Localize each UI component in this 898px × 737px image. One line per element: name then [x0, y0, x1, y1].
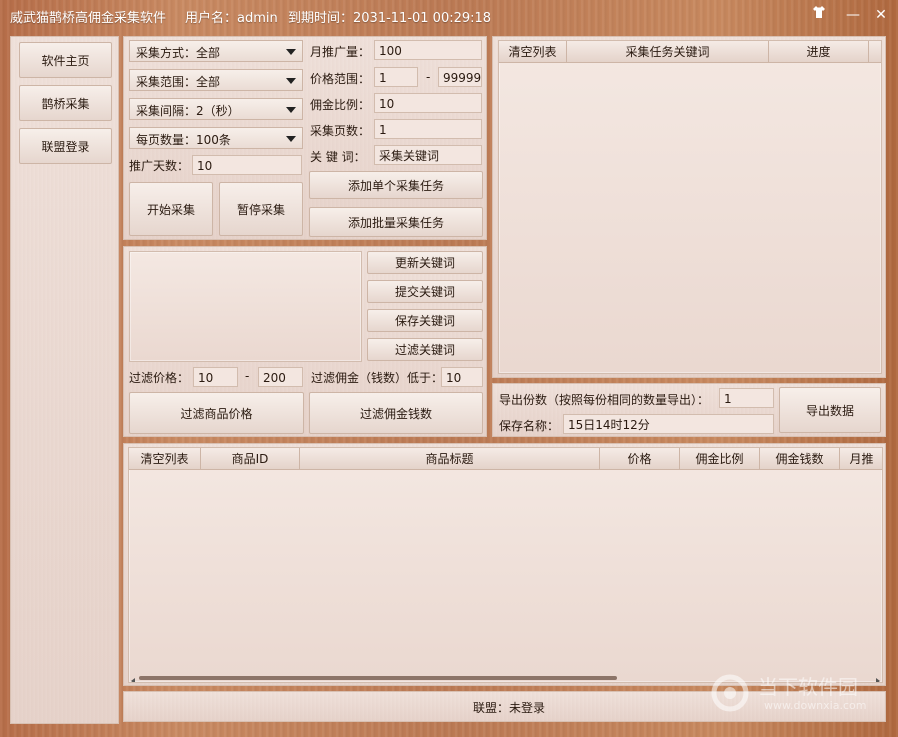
expire-time-label: 到期时间：2031-11-01 00:29:18 — [288, 11, 492, 26]
filter-keywords-button[interactable]: 过滤关键词 — [367, 338, 483, 361]
filter-price-button[interactable]: 过滤商品价格 — [129, 392, 304, 434]
save-name-input[interactable]: 15日14时12分 — [563, 414, 774, 434]
filter-commission-input[interactable]: 10 — [441, 367, 483, 387]
export-data-button[interactable]: 导出数据 — [779, 387, 881, 433]
export-panel: 导出份数（按照每份相同的数量导出）： 1 保存名称： 15日14时12分 导出数… — [492, 383, 886, 437]
task-keyword-column-header[interactable]: 采集任务关键词 — [567, 41, 769, 63]
submit-keywords-button[interactable]: 提交关键词 — [367, 280, 483, 303]
collect-interval-value: 采集间隔：2（秒） — [136, 104, 240, 118]
monthly-promo-input[interactable]: 100 — [374, 40, 482, 60]
alliance-status-text: 联盟：未登录 — [473, 701, 546, 715]
dropdown-arrow-icon — [286, 49, 296, 55]
product-list-panel: 清空列表 商品ID 商品标题 价格 佣金比例 佣金钱数 月推 — [123, 443, 886, 686]
app-title: 威武猫鹊桥高佣金采集软件 — [10, 11, 167, 26]
collect-method-select[interactable]: 采集方式：全部 — [129, 40, 303, 62]
watermark-url: www.downxia.com — [764, 699, 867, 712]
export-copies-input[interactable]: 1 — [719, 388, 774, 408]
monthly-promo-label: 月推广量： — [310, 45, 371, 59]
watermark: 当下软件园 www.downxia.com — [708, 668, 888, 718]
task-table: 清空列表 采集任务关键词 进度 — [498, 40, 882, 374]
title-bar: 威武猫鹊桥高佣金采集软件 用户名：admin 到期时间：2031-11-01 0… — [0, 0, 898, 32]
price-range-label: 价格范围： — [310, 72, 371, 86]
collect-range-value: 采集范围：全部 — [136, 75, 221, 89]
dropdown-arrow-icon — [286, 78, 296, 84]
pause-collect-button[interactable]: 暂停采集 — [219, 182, 303, 236]
product-table: 清空列表 商品ID 商品标题 价格 佣金比例 佣金钱数 月推 — [128, 447, 883, 683]
sidebar-item-alliance-login[interactable]: 联盟登录 — [19, 128, 112, 164]
minimize-button[interactable]: — — [842, 5, 864, 25]
commission-ratio-column-header[interactable]: 佣金比例 — [680, 448, 760, 470]
collect-pages-input[interactable]: 1 — [374, 119, 482, 139]
promo-days-input[interactable]: 10 — [192, 155, 302, 175]
commission-amount-column-header[interactable]: 佣金钱数 — [760, 448, 840, 470]
product-id-column-header[interactable]: 商品ID — [201, 448, 300, 470]
product-clear-list-button[interactable]: 清空列表 — [129, 448, 201, 470]
product-title-column-header[interactable]: 商品标题 — [300, 448, 600, 470]
scroll-left-arrow-icon[interactable] — [129, 674, 137, 682]
watermark-logo-icon — [710, 673, 750, 713]
username-label: 用户名：admin — [185, 11, 278, 26]
skin-icon[interactable] — [808, 5, 830, 25]
keyword-filter-panel: 更新关键词 提交关键词 保存关键词 过滤关键词 过滤价格： 10 - 200 过… — [123, 246, 487, 437]
add-batch-task-button[interactable]: 添加批量采集任务 — [309, 207, 483, 237]
price-min-input[interactable]: 1 — [374, 67, 418, 87]
sidebar-item-collect[interactable]: 鹊桥采集 — [19, 85, 112, 121]
close-button[interactable]: ✕ — [870, 5, 892, 25]
filter-price-label: 过滤价格： — [129, 371, 190, 385]
filter-price-separator: - — [245, 369, 250, 383]
keyword-input[interactable]: 采集关键词 — [374, 145, 482, 165]
filter-commission-button[interactable]: 过滤佣金钱数 — [309, 392, 483, 434]
price-max-input[interactable]: 99999 — [438, 67, 482, 87]
collect-pages-label: 采集页数： — [310, 124, 371, 138]
sidebar-item-home[interactable]: 软件主页 — [19, 42, 112, 78]
add-single-task-button[interactable]: 添加单个采集任务 — [309, 171, 483, 199]
export-copies-label: 导出份数（按照每份相同的数量导出）： — [499, 393, 710, 407]
dropdown-arrow-icon — [286, 107, 296, 113]
per-page-value: 每页数量：100条 — [136, 133, 231, 147]
collect-settings-panel: 采集方式：全部 采集范围：全部 采集间隔：2（秒） 每页数量：100条 推广天数… — [123, 36, 487, 240]
task-list-panel: 清空列表 采集任务关键词 进度 — [492, 36, 886, 378]
filter-price-max-input[interactable]: 200 — [258, 367, 303, 387]
start-collect-button[interactable]: 开始采集 — [129, 182, 213, 236]
per-page-select[interactable]: 每页数量：100条 — [129, 127, 303, 149]
price-column-header[interactable]: 价格 — [600, 448, 680, 470]
filter-commission-label: 过滤佣金（钱数）低于： — [311, 371, 444, 385]
watermark-text: 当下软件园 — [758, 675, 858, 699]
commission-ratio-input[interactable]: 10 — [374, 93, 482, 113]
dropdown-arrow-icon — [286, 136, 296, 142]
update-keywords-button[interactable]: 更新关键词 — [367, 251, 483, 274]
promo-days-label: 推广天数： — [129, 159, 190, 173]
commission-ratio-label: 佣金比例： — [310, 98, 371, 112]
price-range-separator: - — [426, 70, 431, 84]
filter-price-min-input[interactable]: 10 — [193, 367, 238, 387]
monthly-promo-column-header[interactable]: 月推 — [840, 448, 882, 470]
save-name-label: 保存名称： — [499, 419, 560, 433]
task-clear-list-button[interactable]: 清空列表 — [499, 41, 567, 63]
keyword-textarea[interactable] — [129, 251, 362, 362]
collect-interval-select[interactable]: 采集间隔：2（秒） — [129, 98, 303, 120]
collect-range-select[interactable]: 采集范围：全部 — [129, 69, 303, 91]
keyword-label: 关 键 词： — [310, 150, 366, 164]
collect-method-value: 采集方式：全部 — [136, 46, 221, 60]
task-progress-column-header[interactable]: 进度 — [769, 41, 869, 63]
sidebar: 软件主页 鹊桥采集 联盟登录 — [10, 36, 119, 724]
save-keywords-button[interactable]: 保存关键词 — [367, 309, 483, 332]
task-table-header-spacer — [869, 41, 881, 63]
scrollbar-thumb[interactable] — [139, 676, 617, 680]
